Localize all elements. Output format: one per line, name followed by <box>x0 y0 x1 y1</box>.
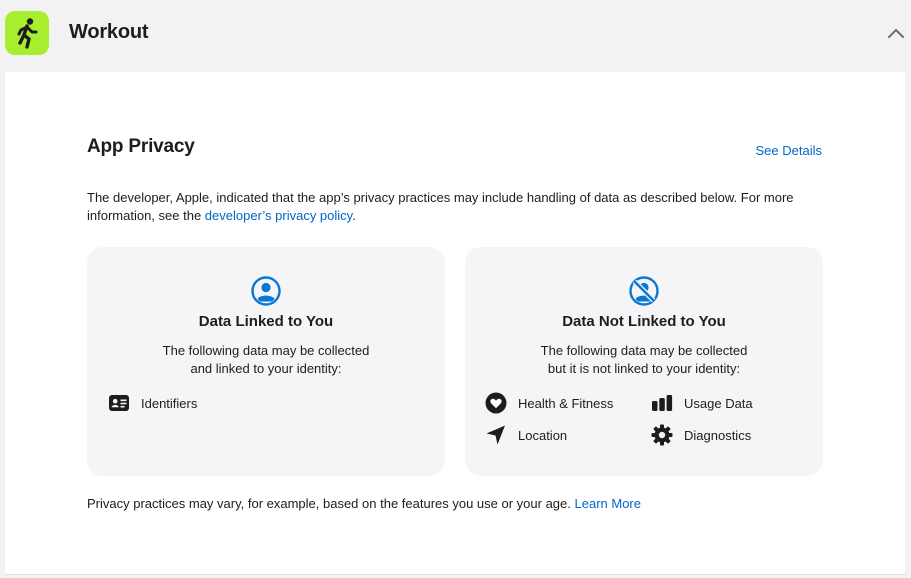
list-item: Health & Fitness <box>485 392 613 414</box>
running-figure-icon <box>5 11 49 55</box>
gear-icon <box>651 424 673 446</box>
subtitle-line: but it is not linked to your identity: <box>547 361 741 376</box>
item-label: Usage Data <box>684 395 753 411</box>
heart-circle-icon <box>485 392 507 414</box>
person-circle-slash-icon <box>629 276 659 306</box>
bar-chart-icon <box>651 392 673 414</box>
description-text: The developer, Apple, indicated that the… <box>87 190 794 223</box>
item-label: Diagnostics <box>684 427 752 443</box>
privacy-policy-link[interactable]: developer’s privacy policy <box>205 208 352 223</box>
list-item: Location <box>485 424 567 446</box>
subtitle-line: The following data may be collected <box>162 343 370 358</box>
privacy-panel: App Privacy See Details The developer, A… <box>5 72 905 575</box>
collapse-button[interactable] <box>884 22 908 44</box>
learn-more-link[interactable]: Learn More <box>575 496 641 511</box>
location-arrow-icon <box>485 424 507 446</box>
app-title: Workout <box>69 21 149 43</box>
data-not-linked-card: Data Not Linked to You The following dat… <box>465 247 823 476</box>
item-label: Identifiers <box>141 395 198 411</box>
list-item: Usage Data <box>651 392 753 414</box>
list-item: Diagnostics <box>651 424 751 446</box>
section-title: App Privacy <box>87 136 195 157</box>
list-item: Identifiers <box>108 392 197 414</box>
data-linked-card: Data Linked to You The following data ma… <box>87 247 445 476</box>
privacy-footer-note: Privacy practices may vary, for example,… <box>87 496 641 511</box>
see-details-link[interactable]: See Details <box>756 143 822 158</box>
description-suffix: . <box>352 208 356 223</box>
subtitle-line: and linked to your identity: <box>190 361 342 376</box>
footer-text: Privacy practices may vary, for example,… <box>87 496 575 511</box>
id-card-icon <box>108 392 130 414</box>
data-linked-subtitle: The following data may be collected and … <box>87 342 445 378</box>
app-header: Workout <box>0 0 911 66</box>
subtitle-line: The following data may be collected <box>540 343 748 358</box>
privacy-description: The developer, Apple, indicated that the… <box>87 189 827 225</box>
data-not-linked-subtitle: The following data may be collected but … <box>465 342 823 378</box>
data-linked-title: Data Linked to You <box>198 313 334 330</box>
item-label: Health & Fitness <box>518 395 614 411</box>
item-label: Location <box>518 427 568 443</box>
chevron-up-icon <box>888 29 904 38</box>
person-circle-icon <box>251 276 281 306</box>
data-not-linked-title: Data Not Linked to You <box>562 313 726 330</box>
